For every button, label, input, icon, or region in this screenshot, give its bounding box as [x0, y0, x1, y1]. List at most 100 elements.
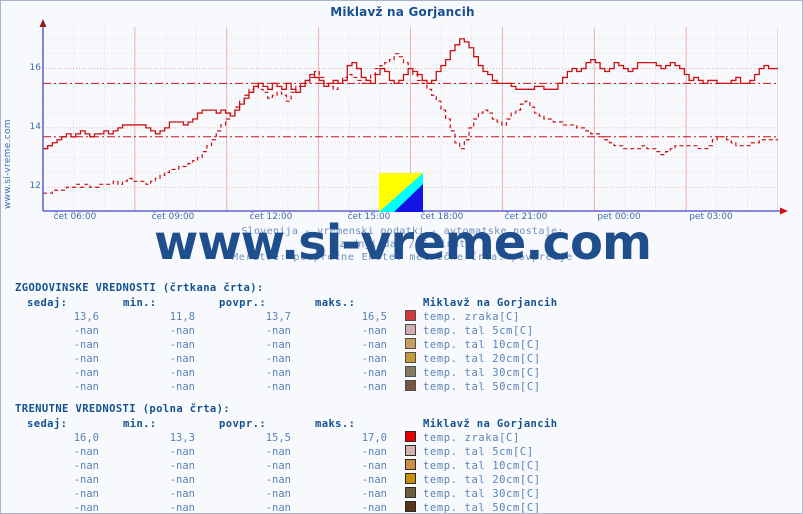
- header-max: maks.:: [315, 297, 356, 309]
- cell-max: -nan: [361, 325, 387, 337]
- current-section-title: TRENUTNE VREDNOSTI (polna črta):: [15, 403, 231, 415]
- cell-max: -nan: [361, 339, 387, 351]
- swatch-icon: [404, 473, 416, 484]
- legend-color-swatch: [399, 459, 421, 473]
- cell-now: -nan: [73, 446, 99, 458]
- series-label: temp. tal 10cm[C]: [423, 460, 541, 472]
- table-row: -nan -nan -nan -nan temp. tal 30cm[C]: [15, 487, 557, 501]
- cell-max: 16,5: [361, 311, 387, 323]
- cell-avg: -nan: [265, 460, 291, 472]
- series-label: temp. zraka[C]: [423, 432, 520, 444]
- cell-max: -nan: [361, 488, 387, 500]
- cell-avg: -nan: [265, 446, 291, 458]
- cell-min: -nan: [169, 381, 195, 393]
- cell-now: -nan: [73, 381, 99, 393]
- cell-avg: -nan: [265, 381, 291, 393]
- legend-color-swatch: [399, 487, 421, 501]
- cell-min: -nan: [169, 353, 195, 365]
- x-tick-label: čet 12:00: [249, 212, 293, 222]
- legend-color-swatch: [399, 380, 421, 394]
- cell-avg: -nan: [265, 339, 291, 351]
- series-label: temp. tal 50cm[C]: [423, 502, 541, 514]
- header-now: sedaj:: [27, 297, 68, 309]
- swatch-icon: [404, 487, 416, 498]
- cell-now: -nan: [73, 367, 99, 379]
- swatch-icon: [404, 459, 416, 470]
- x-tick-label: čet 09:00: [151, 212, 195, 222]
- cell-now: 16,0: [73, 432, 99, 444]
- historic-values-block: ZGODOVINSKE VREDNOSTI (črtkana črta): se…: [15, 281, 795, 394]
- swatch-icon: [404, 338, 416, 349]
- current-values-block: TRENUTNE VREDNOSTI (polna črta): sedaj: …: [15, 402, 795, 514]
- table-row: 13,6 11,8 13,7 16,5 temp. zraka[C]: [15, 310, 557, 324]
- cell-avg: -nan: [265, 488, 291, 500]
- table-row: -nan -nan -nan -nan temp. tal 10cm[C]: [15, 338, 557, 352]
- cell-now: -nan: [73, 474, 99, 486]
- swatch-icon: [404, 431, 416, 442]
- series-label: temp. tal 30cm[C]: [423, 367, 541, 379]
- cell-min: -nan: [169, 325, 195, 337]
- table-row: -nan -nan -nan -nan temp. tal 20cm[C]: [15, 352, 557, 366]
- legend-color-swatch: [399, 324, 421, 338]
- cell-now: -nan: [73, 460, 99, 472]
- header-min: min.:: [123, 297, 157, 309]
- series-label: temp. tal 5cm[C]: [423, 446, 534, 458]
- cell-min: -nan: [169, 488, 195, 500]
- si-vreme-logo: [379, 173, 423, 212]
- swatch-icon: [404, 324, 416, 335]
- legend-color-swatch: [399, 366, 421, 380]
- cell-max: -nan: [361, 353, 387, 365]
- table-row: -nan -nan -nan -nan temp. tal 50cm[C]: [15, 380, 557, 394]
- swatch-icon: [404, 310, 416, 321]
- header-max: maks.:: [315, 418, 356, 430]
- cell-now: -nan: [73, 488, 99, 500]
- cell-now: -nan: [73, 325, 99, 337]
- legend-color-swatch: [399, 501, 421, 513]
- x-tick-label: čet 06:00: [53, 212, 97, 222]
- cell-min: -nan: [169, 367, 195, 379]
- table-header-row: sedaj: min.: povpr.: maks.: Miklavž na G…: [15, 417, 557, 431]
- cell-max: -nan: [361, 502, 387, 514]
- cell-avg: -nan: [265, 353, 291, 365]
- x-axis-labels: čet 06:00 čet 09:00 čet 12:00 čet 15:00 čet …: [1, 212, 802, 226]
- cell-now: -nan: [73, 339, 99, 351]
- x-tick-label: čet 15:00: [347, 212, 391, 222]
- series-label: temp. tal 10cm[C]: [423, 339, 541, 351]
- cell-avg: -nan: [265, 474, 291, 486]
- cell-max: -nan: [361, 446, 387, 458]
- cell-max: -nan: [361, 381, 387, 393]
- table-row: -nan -nan -nan -nan temp. tal 5cm[C]: [15, 445, 557, 459]
- table-header-row: sedaj: min.: povpr.: maks.: Miklavž na G…: [15, 296, 557, 310]
- header-min: min.:: [123, 418, 157, 430]
- cell-now: -nan: [73, 353, 99, 365]
- x-tick-label: čet 18:00: [420, 212, 464, 222]
- cell-avg: -nan: [265, 367, 291, 379]
- swatch-icon: [404, 380, 416, 391]
- subtitle-line-1: Slovenija - vremenski podatki - avtomats…: [241, 226, 564, 237]
- cell-avg: -nan: [265, 502, 291, 514]
- weather-chart-page: Miklavž na Gorjancih www.si-vreme.com 12…: [0, 0, 803, 514]
- table-row: -nan -nan -nan -nan temp. tal 30cm[C]: [15, 366, 557, 380]
- header-avg: povpr.:: [219, 418, 267, 430]
- x-tick-label: pet 00:00: [597, 212, 641, 222]
- series-label: temp. tal 5cm[C]: [423, 325, 534, 337]
- table-row: -nan -nan -nan -nan temp. tal 50cm[C]: [15, 501, 557, 514]
- historic-values-table: sedaj: min.: povpr.: maks.: Miklavž na G…: [15, 296, 557, 394]
- legend-color-swatch: [399, 352, 421, 366]
- series-label: temp. tal 50cm[C]: [423, 381, 541, 393]
- chart-subtitle: Slovenija - vremenski podatki - avtomats…: [1, 225, 802, 264]
- cell-max: -nan: [361, 474, 387, 486]
- header-avg: povpr.:: [219, 297, 267, 309]
- cell-max: -nan: [361, 460, 387, 472]
- table-row: -nan -nan -nan -nan temp. tal 10cm[C]: [15, 459, 557, 473]
- table-row: 16,0 13,3 15,5 17,0 temp. zraka[C]: [15, 431, 557, 445]
- legend-color-swatch: [399, 473, 421, 487]
- series-label: temp. tal 20cm[C]: [423, 353, 541, 365]
- table-row: -nan -nan -nan -nan temp. tal 5cm[C]: [15, 324, 557, 338]
- swatch-icon: [404, 445, 416, 456]
- cell-avg: 13,7: [265, 311, 291, 323]
- legend-color-swatch: [399, 310, 421, 324]
- subtitle-line-3: Meritve: povprečne Enote: metrične Črta:…: [231, 252, 574, 263]
- swatch-icon: [404, 501, 416, 512]
- series-label: temp. tal 30cm[C]: [423, 488, 541, 500]
